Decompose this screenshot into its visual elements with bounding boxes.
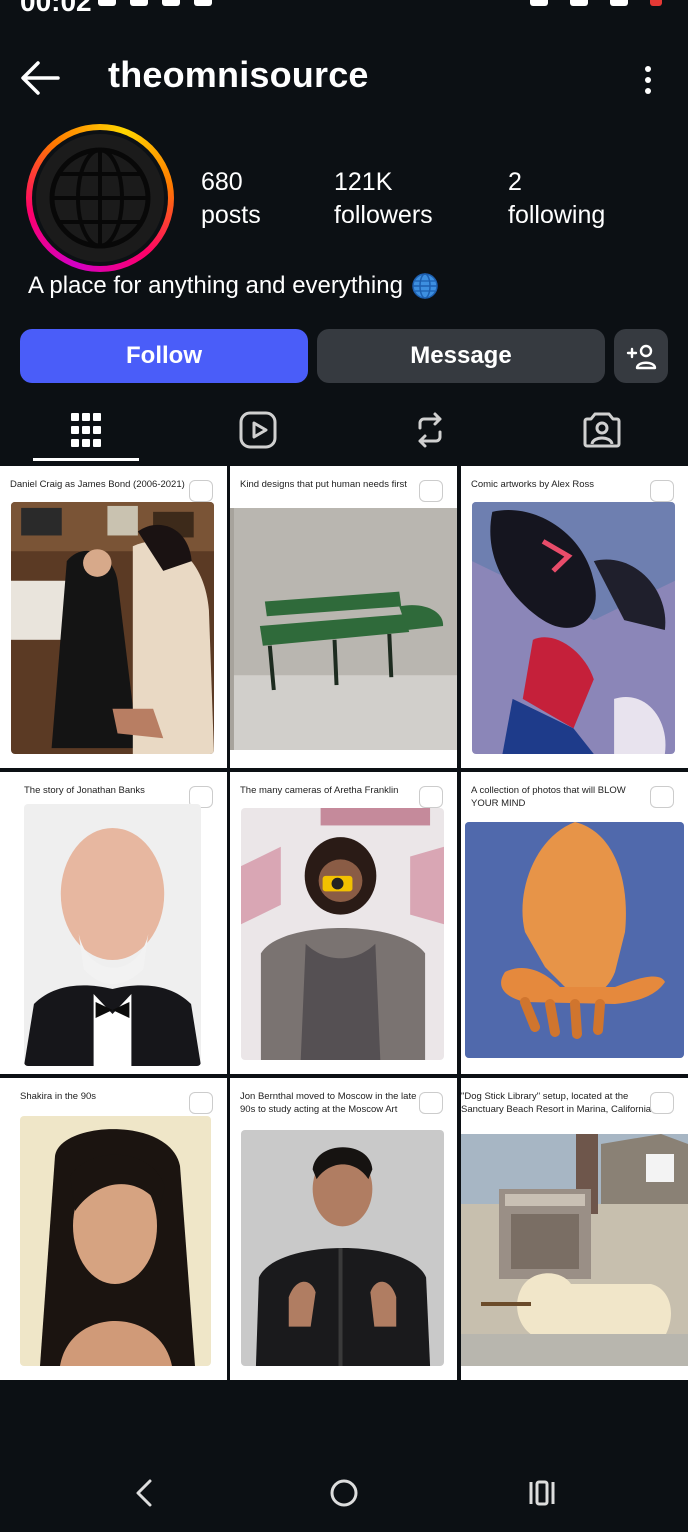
battery-icon — [650, 0, 662, 6]
profile-tabs — [0, 396, 688, 464]
add-person-icon — [626, 344, 657, 370]
globe-emoji-icon — [412, 273, 438, 299]
posts-count: 680 — [201, 168, 243, 196]
posts-label: posts — [201, 201, 261, 229]
reels-icon — [239, 411, 277, 449]
post-caption: The many cameras of Aretha Franklin — [240, 785, 399, 796]
multi-image-icon — [189, 480, 213, 502]
post-caption: "Dog Stick Library" setup, located at th… — [461, 1091, 652, 1115]
multi-image-icon — [650, 786, 674, 808]
post-image — [24, 804, 201, 1066]
status-bar: 00:02 — [0, 0, 688, 20]
dot — [645, 77, 651, 83]
active-tab-indicator — [33, 458, 139, 461]
tab-tagged[interactable] — [516, 396, 688, 464]
post-thumbnail[interactable]: "Dog Stick Library" setup, located at th… — [461, 1078, 688, 1380]
multi-image-icon — [650, 480, 674, 502]
more-options-button[interactable] — [632, 60, 664, 100]
followers-count: 121K — [334, 168, 393, 196]
signal-icon — [610, 0, 628, 6]
suggested-accounts-button[interactable] — [614, 329, 668, 383]
tab-reels[interactable] — [172, 396, 344, 464]
globe-logo-icon — [36, 134, 164, 262]
notification-icon — [194, 0, 212, 6]
grid-icon — [71, 413, 101, 447]
post-thumbnail[interactable]: Daniel Craig as James Bond (2006-2021) — [0, 466, 227, 768]
back-button[interactable] — [18, 58, 62, 98]
profile-username: theomnisource — [108, 54, 369, 95]
post-caption: Comic artworks by Alex Ross — [471, 479, 595, 490]
multi-image-icon — [189, 1092, 213, 1114]
post-image — [11, 502, 214, 754]
tab-reposts[interactable] — [344, 396, 516, 464]
multi-image-icon — [419, 786, 443, 808]
system-icons — [530, 0, 662, 6]
post-caption: Jon Bernthal moved to Moscow in the late… — [240, 1091, 417, 1118]
nav-home-button[interactable] — [314, 1470, 374, 1516]
wifi-icon — [570, 0, 588, 6]
following-label: following — [508, 201, 606, 229]
top-bar: theomnisource — [0, 40, 688, 116]
nav-back-button[interactable] — [114, 1470, 174, 1516]
notification-icon — [130, 0, 148, 6]
post-caption: Shakira in the 90s — [20, 1091, 97, 1102]
whatsapp-icon — [98, 0, 116, 6]
multi-image-icon — [650, 1092, 674, 1114]
post-image — [20, 1116, 211, 1366]
post-thumbnail[interactable]: The many cameras of Aretha Franklin — [230, 772, 457, 1074]
post-thumbnail[interactable]: Shakira in the 90s — [0, 1078, 227, 1380]
post-thumbnail[interactable]: The story of Jonathan Banks — [0, 772, 227, 1074]
post-caption: Kind designs that put human needs first — [240, 479, 407, 490]
following-count: 2 — [508, 168, 522, 196]
followers-label: followers — [334, 201, 433, 229]
mute-icon — [530, 0, 548, 6]
chevron-left-icon — [136, 1479, 152, 1507]
following-stat[interactable]: 2 following — [508, 166, 605, 232]
post-caption: Daniel Craig as James Bond (2006-2021) — [10, 479, 185, 490]
post-image — [461, 1134, 688, 1366]
post-image — [230, 508, 457, 750]
posts-grid: Daniel Craig as James Bond (2006-2021) K… — [0, 466, 688, 1382]
followers-stat[interactable]: 121K followers — [334, 166, 433, 232]
dot — [645, 66, 651, 72]
notification-icons — [98, 0, 212, 6]
multi-image-icon — [419, 1092, 443, 1114]
home-circle-icon — [330, 1479, 358, 1507]
dot — [645, 88, 651, 94]
post-caption: The story of Jonathan Banks — [24, 785, 145, 796]
post-thumbnail[interactable]: Comic artworks by Alex Ross — [461, 466, 688, 768]
profile-bio: A place for anything and everything — [28, 272, 439, 300]
notification-icon — [162, 0, 180, 6]
post-image — [465, 822, 684, 1058]
post-thumbnail[interactable]: Jon Bernthal moved to Moscow in the late… — [230, 1078, 457, 1380]
message-button[interactable]: Message — [317, 329, 605, 383]
post-caption: A collection of photos that will BLOW YO… — [471, 785, 626, 809]
tagged-icon — [583, 412, 621, 448]
post-thumbnail[interactable]: A collection of photos that will BLOW YO… — [461, 772, 688, 1074]
story-ring[interactable] — [26, 124, 174, 272]
reposts-icon — [418, 412, 442, 448]
follow-button[interactable]: Follow — [20, 329, 308, 383]
posts-stat[interactable]: 680 posts — [201, 166, 261, 232]
tab-posts-grid[interactable] — [0, 396, 172, 464]
avatar — [36, 134, 164, 262]
status-time: 00:02 — [20, 0, 92, 17]
bio-text: A place for anything and everything — [28, 272, 403, 299]
post-image — [241, 1130, 444, 1366]
system-navigation-bar — [0, 1440, 688, 1532]
back-arrow-icon — [21, 61, 60, 95]
recent-apps-icon — [529, 1480, 555, 1506]
nav-recents-button[interactable] — [512, 1470, 572, 1516]
multi-image-icon — [419, 480, 443, 502]
post-image — [241, 808, 444, 1060]
post-thumbnail[interactable]: Kind designs that put human needs first — [230, 466, 457, 768]
post-image — [472, 502, 675, 754]
